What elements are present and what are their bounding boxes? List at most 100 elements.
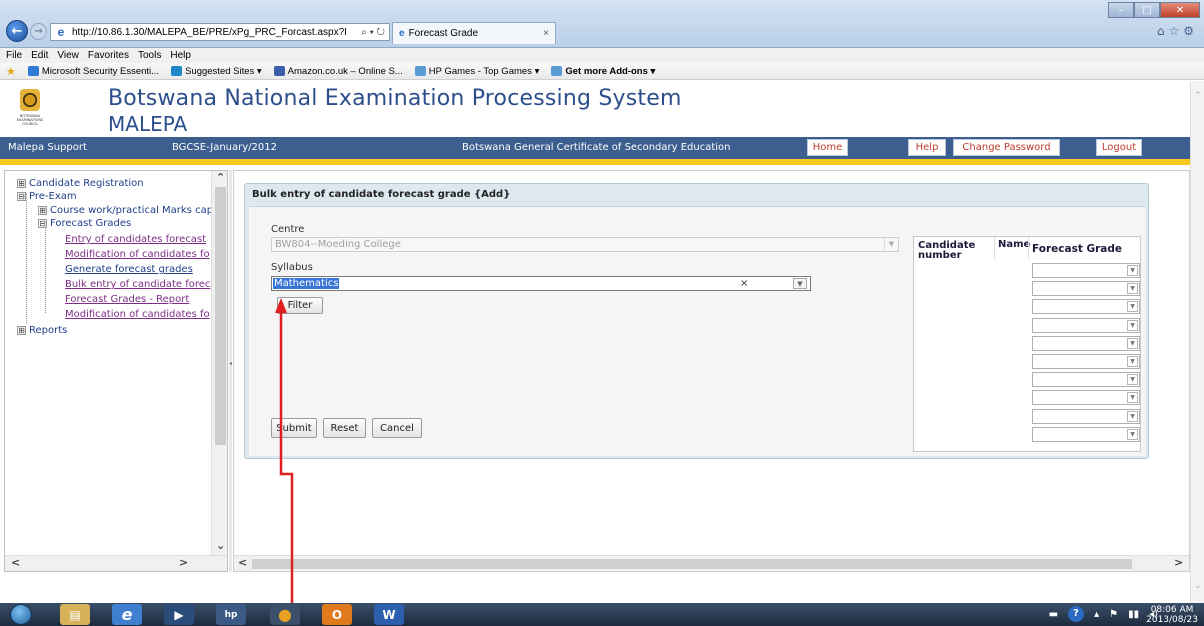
fav-item[interactable]: Amazon.co.uk – Online S...: [273, 66, 403, 77]
chevron-down-icon[interactable]: ▼: [793, 278, 807, 289]
outlook-icon[interactable]: O: [322, 604, 352, 625]
tree-leaf-entry-forecast[interactable]: Entry of candidates forecast: [65, 234, 206, 245]
show-hidden-icons[interactable]: ▴: [1094, 609, 1099, 620]
chevron-down-icon[interactable]: ▼: [1127, 410, 1138, 422]
menu-file[interactable]: File: [6, 48, 22, 63]
home-favorites-settings-icons[interactable]: ⌂☆⚙: [1157, 24, 1198, 38]
chevron-down-icon[interactable]: ▼: [1127, 301, 1138, 313]
address-tools-icons[interactable]: ⌕ ▾ ↻: [361, 27, 389, 38]
clear-icon[interactable]: ×: [740, 277, 748, 290]
home-link[interactable]: Home: [807, 139, 848, 156]
submit-button[interactable]: Submit: [271, 418, 317, 438]
forward-button[interactable]: →: [30, 23, 47, 40]
chevron-down-icon[interactable]: ▼: [1127, 428, 1138, 440]
forecast-grade-select[interactable]: ▼: [1032, 335, 1140, 351]
fav-item[interactable]: HP Games - Top Games ▾: [414, 66, 539, 77]
scroll-up-icon[interactable]: ⌃: [216, 171, 225, 184]
address-bar[interactable]: e http://10.86.1.30/MALEPA_BE/PRE/xPg_PR…: [50, 23, 390, 41]
file-explorer-icon[interactable]: ▤: [60, 604, 90, 625]
chevron-down-icon[interactable]: ▼: [1127, 374, 1138, 386]
media-player-icon[interactable]: ▶: [164, 604, 194, 625]
chevron-down-icon[interactable]: ▼: [1127, 356, 1138, 367]
forecast-grade-select[interactable]: ▼: [1032, 354, 1140, 369]
internet-explorer-icon[interactable]: e: [112, 604, 142, 625]
collapse-icon[interactable]: ⊟: [17, 192, 26, 201]
chevron-down-icon[interactable]: ▼: [1127, 337, 1138, 349]
chevron-down-icon[interactable]: ▼: [884, 238, 898, 251]
scroll-up-icon[interactable]: ⌃: [1194, 91, 1202, 101]
scroll-down-icon[interactable]: ⌄: [1194, 581, 1202, 591]
scroll-right-icon[interactable]: >: [179, 556, 188, 569]
tree-node-candidate-registration[interactable]: ⊞ Candidate Registration: [17, 178, 144, 189]
menu-favorites[interactable]: Favorites: [88, 48, 129, 63]
forecast-grade-select[interactable]: ▼: [1032, 390, 1140, 406]
page-vertical-scrollbar[interactable]: ⌃ ⌄: [1190, 81, 1204, 603]
forecast-grade-select[interactable]: ▼: [1032, 426, 1140, 442]
keyboard-icon[interactable]: ▬: [1049, 609, 1058, 620]
maximize-button[interactable]: □: [1134, 2, 1160, 18]
help-link[interactable]: Help: [908, 139, 946, 156]
tree-node-course-work[interactable]: ⊞ Course work/practical Marks capt: [38, 205, 211, 216]
expand-icon[interactable]: ⊞: [38, 206, 47, 215]
scroll-left-icon[interactable]: <: [238, 556, 247, 569]
chevron-down-icon[interactable]: ▼: [1127, 283, 1138, 295]
close-window-button[interactable]: ✕: [1160, 2, 1200, 18]
tree-leaf-bulk-entry[interactable]: Bulk entry of candidate forec: [65, 279, 210, 290]
change-password-link[interactable]: Change Password: [953, 139, 1060, 156]
tree-node-reports[interactable]: ⊞ Reports: [17, 325, 67, 336]
main-horizontal-scrollbar[interactable]: < >: [234, 555, 1189, 571]
menu-help[interactable]: Help: [170, 48, 191, 63]
tab-close-icon[interactable]: ×: [543, 28, 549, 39]
menu-view[interactable]: View: [57, 48, 79, 63]
forecast-grade-select[interactable]: ▼: [1032, 408, 1140, 424]
centre-select[interactable]: BW804--Moeding College ▼: [271, 237, 899, 252]
tree-leaf-generate-forecast[interactable]: Generate forecast grades: [65, 264, 193, 275]
expand-icon[interactable]: ⊞: [17, 179, 26, 188]
minimize-button[interactable]: –: [1108, 2, 1134, 18]
tree-node-forecast-grades[interactable]: ⊟ Forecast Grades: [38, 218, 131, 229]
forecast-grade-select[interactable]: ▼: [1032, 317, 1140, 333]
menu-edit[interactable]: Edit: [31, 48, 48, 63]
tree-leaf-forecast-report[interactable]: Forecast Grades - Report: [65, 294, 189, 305]
collapse-icon[interactable]: ⊟: [38, 219, 47, 228]
chevron-down-icon[interactable]: ▼: [1127, 319, 1138, 331]
help-icon[interactable]: ?: [1068, 606, 1085, 622]
scroll-right-icon[interactable]: >: [1174, 556, 1183, 569]
scroll-left-icon[interactable]: <: [11, 556, 20, 569]
forecast-grade-select[interactable]: ▼: [1032, 299, 1140, 315]
chevron-down-icon[interactable]: ▼: [1127, 265, 1138, 276]
reset-button[interactable]: Reset: [323, 418, 366, 438]
expand-icon[interactable]: ⊞: [17, 326, 26, 335]
start-button[interactable]: [10, 604, 32, 625]
forecast-grade-select[interactable]: ▼: [1032, 281, 1140, 297]
favorites-star-icon[interactable]: ★: [6, 65, 16, 78]
tree-leaf-modification-forecast-2[interactable]: Modification of candidates fo: [65, 309, 210, 320]
tree-node-pre-exam[interactable]: ⊟ Pre-Exam: [17, 191, 77, 202]
fav-item[interactable]: Suggested Sites ▾: [171, 66, 262, 77]
panel-splitter[interactable]: ◂: [229, 170, 232, 572]
fav-item[interactable]: Microsoft Security Essenti...: [27, 66, 159, 77]
tree-scroll-thumb[interactable]: [215, 187, 226, 445]
scroll-down-icon[interactable]: ⌄: [216, 539, 225, 552]
tree-vertical-scrollbar[interactable]: ⌃ ⌄: [211, 171, 227, 555]
main-scroll-thumb[interactable]: [252, 559, 1132, 569]
logout-link[interactable]: Logout: [1096, 139, 1142, 156]
flag-icon[interactable]: ⚑: [1109, 609, 1118, 620]
tab-forecast-grade[interactable]: e Forecast Grade ×: [392, 22, 556, 44]
word-icon[interactable]: W: [374, 604, 404, 625]
syllabus-select[interactable]: Mathematics × ▼: [271, 276, 811, 291]
tree-leaf-modification-forecast[interactable]: Modification of candidates fo: [65, 249, 210, 260]
chevron-down-icon[interactable]: ▼: [1127, 392, 1138, 404]
tree-horizontal-scrollbar[interactable]: < >: [5, 555, 227, 571]
network-icon[interactable]: ▮▮: [1128, 609, 1139, 620]
back-button[interactable]: ←: [6, 20, 28, 42]
chrome-icon[interactable]: ●: [270, 604, 300, 625]
forecast-grade-select[interactable]: ▼: [1032, 372, 1140, 388]
hp-icon[interactable]: hp: [216, 604, 246, 625]
forecast-grade-select[interactable]: ▼: [1032, 263, 1140, 278]
system-clock[interactable]: 08:06 AM 2013/08/23: [1146, 605, 1198, 625]
syllabus-value[interactable]: Mathematics: [273, 278, 340, 289]
cancel-button[interactable]: Cancel: [372, 418, 422, 438]
filter-button[interactable]: Filter: [277, 297, 323, 314]
menu-tools[interactable]: Tools: [138, 48, 161, 63]
